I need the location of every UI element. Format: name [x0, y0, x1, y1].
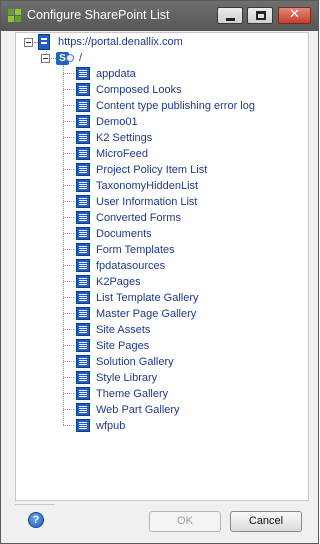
tree-node-list[interactable]: K2Pages — [96, 274, 141, 290]
tree-connector — [63, 89, 74, 90]
tree-node-site[interactable]: / — [79, 50, 82, 66]
list-icon — [76, 67, 90, 80]
list-icon — [76, 243, 90, 256]
tree-node-list[interactable]: Composed Looks — [96, 82, 182, 98]
tree-connector — [63, 425, 74, 426]
server-icon — [38, 34, 50, 50]
tree-connector — [63, 73, 74, 74]
tree-node-list[interactable]: Solution Gallery — [96, 354, 174, 370]
list-icon — [76, 355, 90, 368]
tree-node-list[interactable]: Project Policy Item List — [96, 162, 207, 178]
list-icon — [76, 419, 90, 432]
tree-connector — [63, 249, 74, 250]
tree-node-list[interactable]: K2 Settings — [96, 130, 152, 146]
footer-divider — [15, 504, 55, 505]
tree-connector — [63, 329, 74, 330]
tree-connector — [63, 297, 74, 298]
tree-node-list[interactable]: Documents — [96, 226, 152, 242]
app-icon — [8, 9, 22, 23]
tree-node-list[interactable]: Demo01 — [96, 114, 138, 130]
list-icon — [76, 275, 90, 288]
tree-node-list[interactable]: wfpub — [96, 418, 125, 434]
help-icon[interactable]: ? — [28, 512, 44, 528]
list-icon — [76, 83, 90, 96]
tree-node-server[interactable]: https://portal.denallix.com — [58, 34, 183, 50]
list-icon — [76, 115, 90, 128]
tree-connector — [63, 377, 74, 378]
list-icon — [76, 99, 90, 112]
tree-node-list[interactable]: Content type publishing error log — [96, 98, 255, 114]
tree-node-list[interactable]: Theme Gallery — [96, 386, 168, 402]
tree-node-list[interactable]: Form Templates — [96, 242, 175, 258]
minimize-button[interactable] — [217, 7, 243, 24]
close-icon: ✕ — [289, 7, 300, 22]
tree-connector — [63, 65, 64, 425]
tree-connector — [63, 153, 74, 154]
list-icon — [76, 403, 90, 416]
tree-node-list[interactable]: appdata — [96, 66, 136, 82]
tree-connector — [63, 409, 74, 410]
globe-icon — [66, 54, 74, 62]
title-bar[interactable]: Configure SharePoint List ✕ — [1, 1, 318, 31]
close-button[interactable]: ✕ — [278, 7, 311, 24]
tree-connector — [63, 217, 74, 218]
maximize-icon — [256, 11, 266, 20]
tree-connector — [63, 361, 74, 362]
tree-node-list[interactable]: Style Library — [96, 370, 157, 386]
tree-connector — [63, 233, 74, 234]
tree-node-list[interactable]: List Template Gallery — [96, 290, 199, 306]
list-icon — [76, 163, 90, 176]
list-icon — [76, 195, 90, 208]
list-icon — [76, 259, 90, 272]
tree-node-list[interactable]: MicroFeed — [96, 146, 148, 162]
tree-connector — [63, 121, 74, 122]
tree-node-list[interactable]: Site Assets — [96, 322, 150, 338]
minimize-icon — [226, 18, 235, 21]
tree-connector — [63, 345, 74, 346]
list-icon — [76, 211, 90, 224]
cancel-button[interactable]: Cancel — [230, 511, 302, 532]
ok-button[interactable]: OK — [149, 511, 221, 532]
list-icon — [76, 131, 90, 144]
list-icon — [76, 387, 90, 400]
list-icon — [76, 291, 90, 304]
list-icon — [76, 307, 90, 320]
tree-node-list[interactable]: User Information List — [96, 194, 197, 210]
site-collapse-expander[interactable] — [41, 54, 50, 63]
tree-connector — [63, 313, 74, 314]
list-icon — [76, 339, 90, 352]
list-icon — [76, 179, 90, 192]
tree-connector — [63, 393, 74, 394]
tree-connector — [63, 201, 74, 202]
tree-connector — [63, 105, 74, 106]
tree-node-list[interactable]: Web Part Gallery — [96, 402, 180, 418]
tree-node-list[interactable]: Master Page Gallery — [96, 306, 196, 322]
configure-sharepoint-list-dialog: Configure SharePoint List ✕ https://port… — [0, 0, 319, 544]
tree-node-list[interactable]: fpdatasources — [96, 258, 165, 274]
list-icon — [76, 227, 90, 240]
tree-connector — [63, 281, 74, 282]
tree-connector — [63, 265, 74, 266]
tree-connector — [63, 169, 74, 170]
tree-node-list[interactable]: Site Pages — [96, 338, 149, 354]
tree-connector — [63, 185, 74, 186]
list-icon — [76, 371, 90, 384]
tree-node-list[interactable]: Converted Forms — [96, 210, 181, 226]
list-icon — [76, 323, 90, 336]
tree-connector — [63, 137, 74, 138]
tree-node-list[interactable]: TaxonomyHiddenList — [96, 178, 198, 194]
server-collapse-expander[interactable] — [24, 38, 33, 47]
window-title: Configure SharePoint List — [27, 8, 170, 22]
list-icon — [76, 147, 90, 160]
maximize-button[interactable] — [247, 7, 273, 24]
